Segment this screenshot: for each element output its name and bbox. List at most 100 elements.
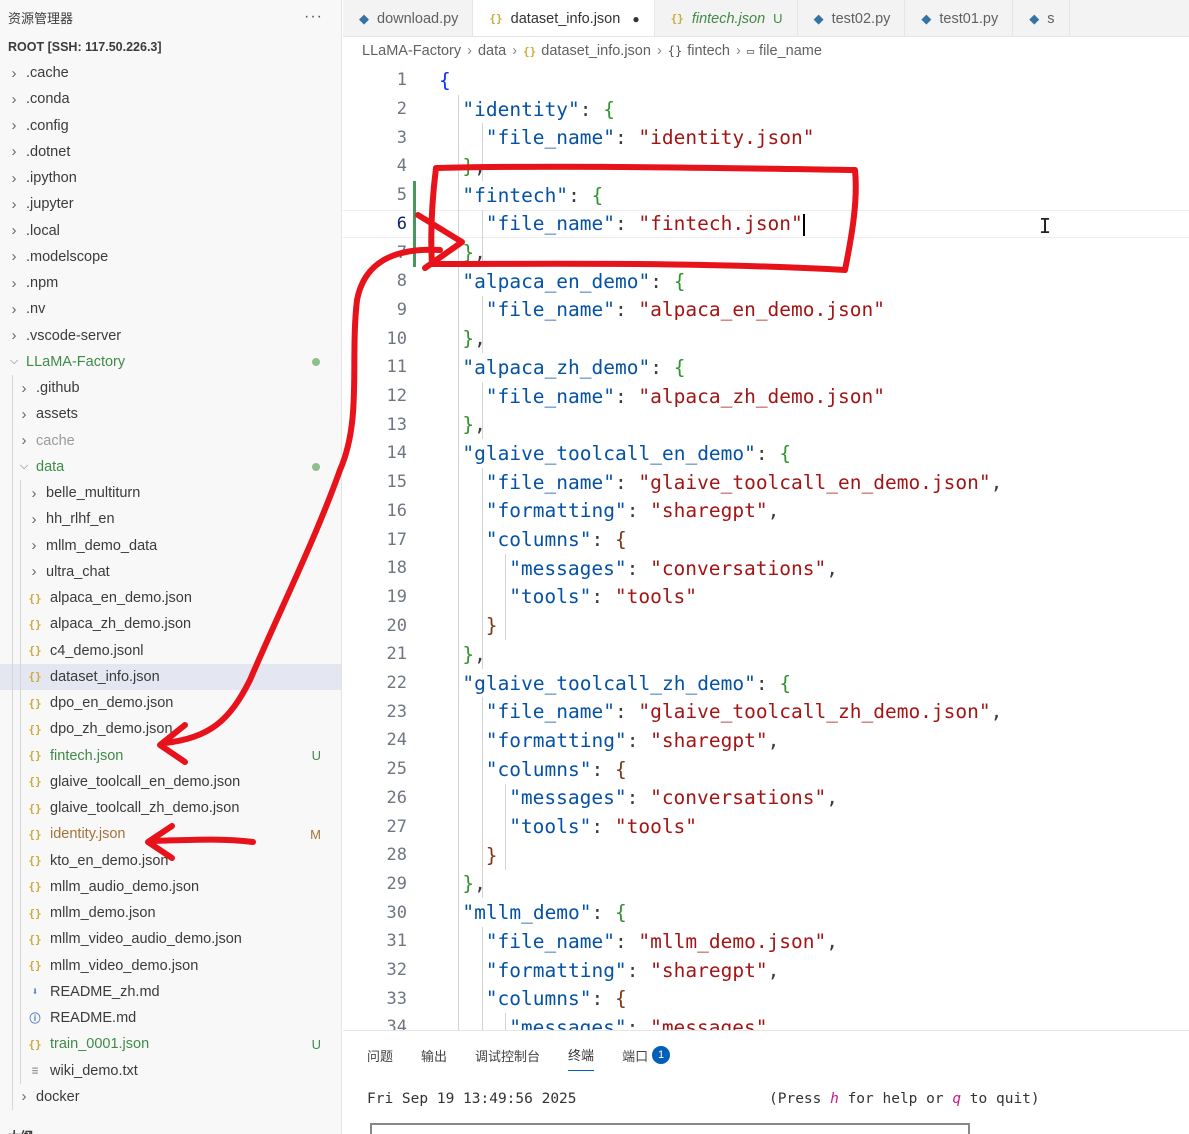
unsaved-dot-icon[interactable]: ●	[632, 12, 639, 26]
folder-local[interactable]: › .local	[0, 218, 341, 244]
file-alpaca-zh-demo-json[interactable]: {} alpaca_zh_demo.json	[0, 611, 341, 637]
tab-test02-py[interactable]: ◆ test02.py	[798, 0, 906, 36]
folder-hh-rlhf-en[interactable]: › hh_rlhf_en	[0, 506, 341, 532]
file-mllm-video-demo-json[interactable]: {} mllm_video_demo.json	[0, 953, 341, 979]
code-line[interactable]: 6 "file_name": "fintech.json"	[343, 209, 1189, 239]
breadcrumb-dataset-info[interactable]: dataset_info.json	[541, 43, 651, 59]
chevron-right-icon[interactable]: ›	[18, 432, 30, 449]
tab-ports[interactable]: 端口 1	[622, 1046, 671, 1071]
code-line[interactable]: 17 "columns": {	[343, 525, 1189, 554]
chevron-down-icon[interactable]: ⌵	[8, 355, 20, 368]
chevron-right-icon[interactable]: ›	[8, 327, 20, 344]
folder-docker[interactable]: › docker	[0, 1084, 341, 1110]
file-mllm-audio-demo-json[interactable]: {} mllm_audio_demo.json	[0, 874, 341, 900]
tab-test01-py[interactable]: ◆ test01.py	[905, 0, 1014, 36]
code-line[interactable]: 20}	[343, 611, 1189, 640]
code-line[interactable]: 30 "mllm_demo": {	[343, 898, 1189, 927]
code-line[interactable]: 18 "messages": "conversations",	[343, 554, 1189, 583]
code-line[interactable]: 7},	[343, 238, 1189, 267]
file-dpo-en-demo-json[interactable]: {} dpo_en_demo.json	[0, 690, 341, 716]
tab-output[interactable]: 输出	[421, 1046, 447, 1071]
folder-dotnet[interactable]: › .dotnet	[0, 139, 341, 165]
chevron-right-icon[interactable]: ›	[8, 301, 20, 318]
code-line[interactable]: 33 "columns": {	[343, 984, 1189, 1013]
git-added-gutter-marker[interactable]	[413, 180, 416, 267]
workspace-root[interactable]: ROOT [SSH: 117.50.226.3]	[0, 34, 341, 60]
code-line[interactable]: 26 "messages": "conversations",	[343, 784, 1189, 813]
code-line[interactable]: 14 "glaive_toolcall_en_demo": {	[343, 439, 1189, 468]
folder-config[interactable]: › .config	[0, 113, 341, 139]
chevron-right-icon[interactable]: ›	[8, 91, 20, 108]
tab-download-py[interactable]: ◆ download.py	[343, 0, 474, 36]
chevron-right-icon[interactable]: ›	[8, 275, 20, 292]
code-line[interactable]: 19 "tools": "tools"	[343, 583, 1189, 612]
chevron-right-icon[interactable]: ›	[8, 65, 20, 82]
code-line[interactable]: 23 "file_name": "glaive_toolcall_zh_demo.…	[343, 697, 1189, 726]
file-train-0001-json[interactable]: {} train_0001.json U	[0, 1031, 341, 1057]
folder-modelscope[interactable]: › .modelscope	[0, 244, 341, 270]
breadcrumb-file-name[interactable]: file_name	[759, 43, 822, 59]
code-line[interactable]: 3 "file_name": "identity.json"	[343, 123, 1189, 152]
chevron-right-icon[interactable]: ›	[8, 248, 20, 265]
tab-problems[interactable]: 问题	[367, 1046, 393, 1071]
tab-terminal[interactable]: 终端	[568, 1045, 595, 1071]
code-line[interactable]: 4},	[343, 152, 1189, 181]
code-line[interactable]: 1{	[343, 66, 1189, 95]
folder-data[interactable]: ⌵ data	[0, 454, 341, 480]
tab-debug-console[interactable]: 调试控制台	[475, 1046, 540, 1071]
file-c4-demo-jsonl[interactable]: {} c4_demo.jsonl	[0, 638, 341, 664]
folder-vscode-server[interactable]: › .vscode-server	[0, 323, 341, 349]
code-line[interactable]: 16 "formatting": "sharegpt",	[343, 497, 1189, 526]
file-readme-md[interactable]: ⓘ README.md	[0, 1005, 341, 1031]
code-line[interactable]: 24 "formatting": "sharegpt",	[343, 726, 1189, 755]
chevron-right-icon[interactable]: ›	[8, 143, 20, 160]
folder-cache[interactable]: › .cache	[0, 60, 341, 86]
folder-belle-multiturn[interactable]: › belle_multiturn	[0, 480, 341, 506]
breadcrumb-data[interactable]: data	[478, 43, 506, 59]
folder-jupyter[interactable]: › .jupyter	[0, 191, 341, 217]
chevron-right-icon[interactable]: ›	[8, 196, 20, 213]
code-line[interactable]: 8 "alpaca_en_demo": {	[343, 267, 1189, 296]
file-kto-en-demo-json[interactable]: {} kto_en_demo.json	[0, 848, 341, 874]
folder-conda[interactable]: › .conda	[0, 86, 341, 112]
more-actions-icon[interactable]: ···	[304, 8, 323, 26]
code-line[interactable]: 27 "tools": "tools"	[343, 812, 1189, 841]
chevron-right-icon[interactable]: ›	[8, 170, 20, 187]
code-line[interactable]: 9 "file_name": "alpaca_en_demo.json"	[343, 296, 1189, 325]
code-editor[interactable]: I 1{2 "identity": {3 "file_name": "identit…	[343, 64, 1189, 1030]
file-glaive-toolcall-en-demo-json[interactable]: {} glaive_toolcall_en_demo.json	[0, 769, 341, 795]
folder-npm[interactable]: › .npm	[0, 270, 341, 296]
code-line[interactable]: 22 "glaive_toolcall_zh_demo": {	[343, 669, 1189, 698]
folder-ultra-chat[interactable]: › ultra_chat	[0, 559, 341, 585]
file-dpo-zh-demo-json[interactable]: {} dpo_zh_demo.json	[0, 716, 341, 742]
tab-s[interactable]: ◆ s	[1013, 0, 1070, 36]
file-mllm-demo-json[interactable]: {} mllm_demo.json	[0, 900, 341, 926]
file-dataset-info-json[interactable]: {} dataset_info.json	[0, 663, 341, 690]
tab-dataset-info-json[interactable]: {} dataset_info.json ●	[473, 0, 655, 36]
file-fintech-json[interactable]: {} fintech.json U	[0, 743, 341, 769]
folder-ipython[interactable]: › .ipython	[0, 165, 341, 191]
file-mllm-video-audio-demo-json[interactable]: {} mllm_video_audio_demo.json	[0, 926, 341, 952]
chevron-right-icon[interactable]: ›	[8, 117, 20, 134]
code-line[interactable]: 13},	[343, 410, 1189, 439]
code-line[interactable]: 11 "alpaca_zh_demo": {	[343, 353, 1189, 382]
tab-fintech-json[interactable]: {} fintech.json U	[655, 0, 798, 36]
outline-section-header[interactable]: 大纲	[0, 1122, 33, 1134]
code-line[interactable]: 34 "messages": "messages",	[343, 1013, 1189, 1030]
code-line[interactable]: 32 "formatting": "sharegpt",	[343, 956, 1189, 985]
file-readme-zh-md[interactable]: ⬇ README_zh.md	[0, 979, 341, 1005]
folder-assets[interactable]: › assets	[0, 401, 341, 427]
code-line[interactable]: 10},	[343, 324, 1189, 353]
code-line[interactable]: 21},	[343, 640, 1189, 669]
breadcrumb-fintech[interactable]: fintech	[687, 43, 730, 59]
chevron-right-icon[interactable]: ›	[28, 563, 40, 580]
folder-llama-factory[interactable]: ⌵ LLaMA-Factory	[0, 349, 341, 375]
chevron-down-icon[interactable]: ⌵	[18, 460, 30, 473]
file-identity-json[interactable]: {} identity.json M	[0, 821, 341, 847]
code-line[interactable]: 31 "file_name": "mllm_demo.json",	[343, 927, 1189, 956]
chevron-right-icon[interactable]: ›	[18, 406, 30, 423]
code-line[interactable]: 29},	[343, 870, 1189, 899]
folder-cache[interactable]: › cache	[0, 428, 341, 454]
chevron-right-icon[interactable]: ›	[28, 485, 40, 502]
chevron-right-icon[interactable]: ›	[18, 380, 30, 397]
